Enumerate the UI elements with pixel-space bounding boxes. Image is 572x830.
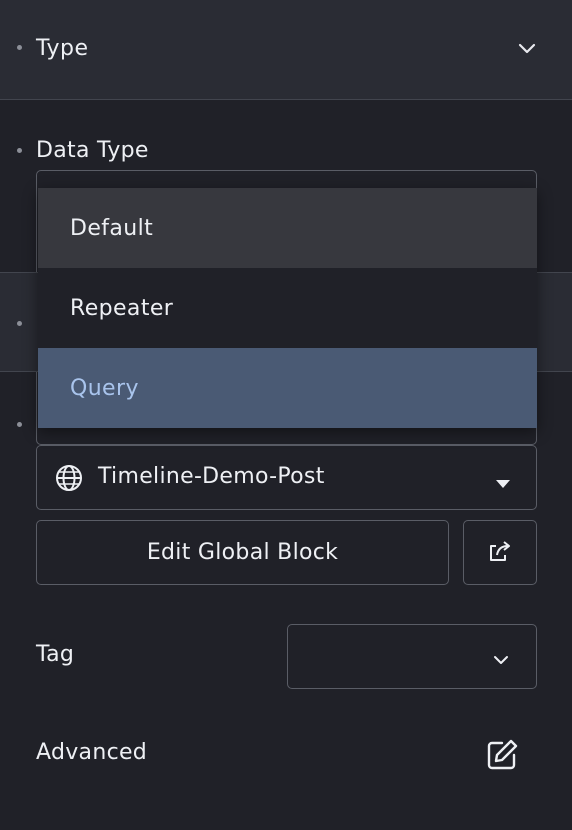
type-section-title: Type <box>36 36 89 61</box>
bullet-icon <box>17 321 22 326</box>
caret-down-icon <box>495 474 511 493</box>
type-section-header[interactable]: Type <box>0 0 572 100</box>
bullet-icon <box>17 148 22 153</box>
option-default[interactable]: Default <box>38 188 537 268</box>
open-global-block-button[interactable] <box>463 520 537 585</box>
edit-global-block-button[interactable]: Edit Global Block <box>36 520 449 585</box>
data-type-dropdown: Default Repeater Query <box>38 188 537 428</box>
data-type-label: Data Type <box>36 138 149 163</box>
option-repeater[interactable]: Repeater <box>38 268 537 348</box>
edit-icon[interactable] <box>485 738 519 776</box>
global-block-select[interactable]: Timeline-Demo-Post <box>36 445 537 510</box>
tag-label: Tag <box>36 642 75 667</box>
settings-panel: Type Data Type Default Repeater Query Ti… <box>0 0 572 830</box>
option-query[interactable]: Query <box>38 348 537 428</box>
bullet-icon <box>17 45 22 50</box>
globe-icon <box>55 464 83 496</box>
chevron-down-icon[interactable] <box>517 42 537 56</box>
bullet-icon <box>17 422 22 427</box>
tag-select[interactable] <box>287 624 537 689</box>
advanced-label: Advanced <box>36 740 148 765</box>
external-link-icon <box>487 539 513 567</box>
chevron-down-icon <box>492 651 510 670</box>
global-block-value: Timeline-Demo-Post <box>98 464 325 489</box>
